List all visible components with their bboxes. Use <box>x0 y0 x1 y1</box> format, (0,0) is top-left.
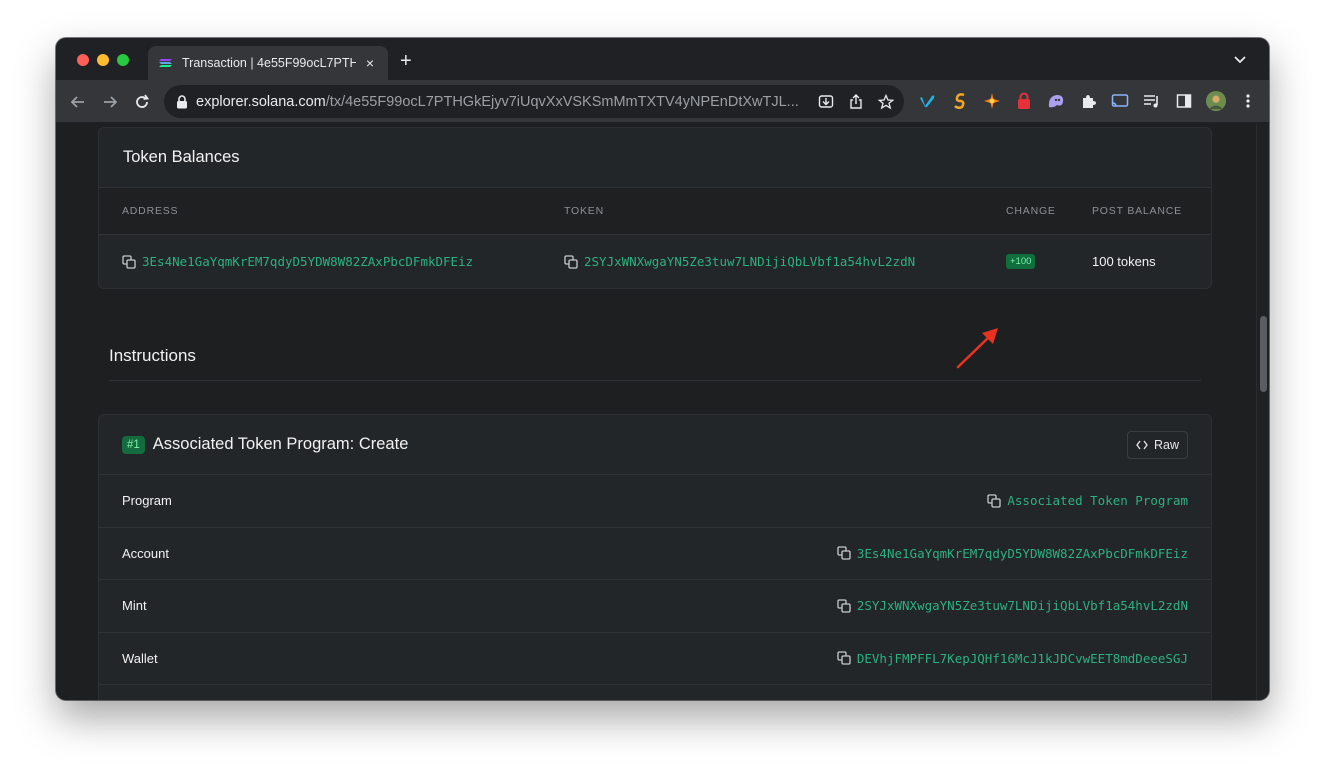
cast-extension-icon[interactable] <box>1110 91 1130 111</box>
mint-link[interactable]: 2SYJxWNXwgaYN5Ze3tuw7LNDijiQbLVbf1a54hvL… <box>857 598 1188 613</box>
reload-icon[interactable] <box>132 92 152 112</box>
url-text[interactable]: explorer.solana.com/tx/4e55F99ocL7PTHGkE… <box>196 94 808 110</box>
row-label: Wallet <box>122 650 158 666</box>
install-app-icon[interactable] <box>818 94 834 110</box>
burst-extension-icon[interactable] <box>982 91 1002 111</box>
token-cell[interactable]: 2SYJxWNXwgaYN5Ze3tuw7LNDijiQbLVbf1a54hvL… <box>564 254 915 269</box>
address-link[interactable]: 3Es4Ne1GaYqmKrEM7qdyD5YDW8W82ZAxPbcDFmkD… <box>142 254 473 269</box>
new-tab-button[interactable]: + <box>400 51 412 71</box>
column-header-change: CHANGE <box>1006 205 1056 217</box>
window-controls <box>77 54 129 66</box>
instruction-card-header: #1 Associated Token Program: Create Raw <box>99 415 1211 475</box>
browser-window: Transaction | 4e55F99ocL7PTHGkEjyv7iUqvX… <box>56 38 1269 700</box>
instruction-row-wallet: Wallet DEVhjFMPFFL7KepJQHf16McJ1kJDCvwEE… <box>99 633 1211 685</box>
address-bar[interactable]: explorer.solana.com/tx/4e55F99ocL7PTHGkE… <box>164 85 904 118</box>
address-cell[interactable]: 3Es4Ne1GaYqmKrEM7qdyD5YDW8W82ZAxPbcDFmkD… <box>122 254 473 269</box>
token-balances-card: Token Balances ADDRESS TOKEN CHANGE POST… <box>98 127 1212 289</box>
vimeo-extension-icon[interactable] <box>918 91 938 111</box>
browser-toolbar: explorer.solana.com/tx/4e55F99ocL7PTHGkE… <box>56 80 1269 123</box>
token-balances-title: Token Balances <box>123 148 240 166</box>
card-header: Token Balances <box>99 128 1211 188</box>
menu-kebab-icon[interactable] <box>1238 91 1258 111</box>
row-value[interactable]: 3Es4Ne1GaYqmKrEM7qdyD5YDW8W82ZAxPbcDFmkD… <box>837 546 1188 561</box>
copy-icon[interactable] <box>837 651 851 665</box>
lock-icon[interactable] <box>176 94 188 109</box>
row-value[interactable]: 2SYJxWNXwgaYN5Ze3tuw7LNDijiQbLVbf1a54hvL… <box>837 598 1188 613</box>
token-link[interactable]: 2SYJxWNXwgaYN5Ze3tuw7LNDijiQbLVbf1a54hvL… <box>584 254 915 269</box>
row-value[interactable]: Associated Token Program <box>987 493 1188 508</box>
copy-icon[interactable] <box>837 599 851 613</box>
row-label: Program <box>122 493 172 509</box>
row-value[interactable]: DEVhjFMPFFL7KepJQHf16McJ1kJDCvwEET8mdDee… <box>837 651 1188 666</box>
close-window-button[interactable] <box>77 54 89 66</box>
share-icon[interactable] <box>848 93 864 110</box>
solana-logo-icon <box>159 59 172 67</box>
change-badge: +100 <box>1006 254 1036 269</box>
back-arrow-icon[interactable] <box>68 92 88 112</box>
copy-icon[interactable] <box>837 546 851 560</box>
instruction-row-mint: Mint 2SYJxWNXwgaYN5Ze3tuw7LNDijiQbLVbf1a… <box>99 580 1211 633</box>
account-link[interactable]: 3Es4Ne1GaYqmKrEM7qdyD5YDW8W82ZAxPbcDFmkD… <box>857 546 1188 561</box>
media-queue-icon[interactable] <box>1142 91 1162 111</box>
forward-arrow-icon[interactable] <box>100 92 120 112</box>
copy-icon[interactable] <box>987 494 1002 508</box>
extensions-row <box>918 91 1258 111</box>
instruction-row-program: Program Associated Token Program <box>99 475 1211 528</box>
tab-strip: Transaction | 4e55F99ocL7PTHGkEjyv7iUqvX… <box>56 38 1269 80</box>
scrollbar[interactable] <box>1256 124 1269 700</box>
bookmark-star-icon[interactable] <box>878 93 894 110</box>
puzzle-extensions-icon[interactable] <box>1078 91 1098 111</box>
orange-s-extension-icon[interactable] <box>950 91 970 111</box>
page-content: Token Balances ADDRESS TOKEN CHANGE POST… <box>56 124 1256 700</box>
tab-close-icon[interactable]: × <box>362 55 378 71</box>
minimize-window-button[interactable] <box>97 54 109 66</box>
maximize-window-button[interactable] <box>117 54 129 66</box>
scrollbar-thumb[interactable] <box>1260 316 1267 392</box>
column-header-token: TOKEN <box>564 205 604 217</box>
program-link[interactable]: Associated Token Program <box>1007 493 1188 508</box>
wallet-link[interactable]: DEVhjFMPFFL7KepJQHf16McJ1kJDCvwEET8mdDee… <box>857 651 1188 666</box>
table-header-row: ADDRESS TOKEN CHANGE POST BALANCE <box>99 188 1211 235</box>
divider <box>109 380 1201 381</box>
red-lock-extension-icon[interactable] <box>1014 91 1034 111</box>
code-brackets-icon <box>1136 440 1148 449</box>
ghost-extension-icon[interactable] <box>1046 91 1066 111</box>
column-header-address: ADDRESS <box>122 205 179 217</box>
post-balance-value: 100 tokens <box>1092 254 1156 269</box>
row-label: Account <box>122 545 169 561</box>
annotation-arrow-icon <box>956 328 998 369</box>
raw-button-label: Raw <box>1153 437 1179 452</box>
tab-title: Transaction | 4e55F99ocL7PTHGkEjyv7iUqvX… <box>182 56 356 70</box>
column-header-post-balance: POST BALANCE <box>1092 205 1182 217</box>
instruction-number-badge: #1 <box>122 435 145 454</box>
row-label: Mint <box>122 598 147 614</box>
instructions-heading: Instructions <box>109 346 196 365</box>
instruction-row-account: Account 3Es4Ne1GaYqmKrEM7qdyD5YDW8W82ZAx… <box>99 528 1211 580</box>
active-tab[interactable]: Transaction | 4e55F99ocL7PTHGkEjyv7iUqvX… <box>148 46 388 80</box>
instruction-title: Associated Token Program: Create <box>152 435 409 453</box>
side-panel-icon[interactable] <box>1174 91 1194 111</box>
raw-button[interactable]: Raw <box>1126 430 1188 459</box>
chevron-down-icon[interactable] <box>1233 52 1247 66</box>
instruction-card: #1 Associated Token Program: Create Raw … <box>98 414 1212 700</box>
copy-icon[interactable] <box>564 254 578 269</box>
table-row: 3Es4Ne1GaYqmKrEM7qdyD5YDW8W82ZAxPbcDFmkD… <box>99 235 1211 288</box>
copy-icon[interactable] <box>122 254 136 269</box>
profile-avatar[interactable] <box>1206 91 1226 111</box>
